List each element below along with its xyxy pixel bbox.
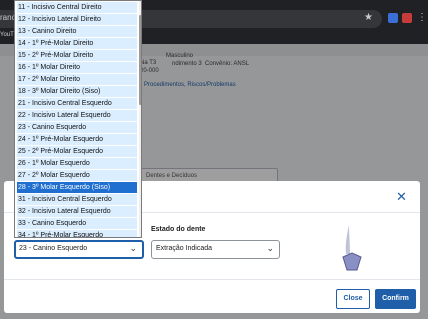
- list-item-selected[interactable]: 28 - 3º Molar Esquerdo (Siso): [17, 182, 137, 193]
- tooth-select-value: 23 - Canino Esquerdo: [19, 245, 88, 252]
- tooth-state-value: Extração Indicada: [156, 245, 213, 252]
- list-item[interactable]: 16 - 1º Molar Direito: [17, 62, 137, 73]
- tooth-state-label: Estado do dente: [151, 226, 206, 233]
- close-icon[interactable]: ✕: [396, 190, 407, 203]
- close-button[interactable]: Close: [336, 289, 370, 309]
- list-item[interactable]: 12 - Incisivo Lateral Direito: [17, 14, 137, 25]
- list-item[interactable]: 25 - 2º Pré-Molar Esquerdo: [17, 146, 137, 157]
- list-item[interactable]: 27 - 2º Molar Esquerdo: [17, 170, 137, 181]
- confirm-button[interactable]: Confirm: [375, 289, 416, 309]
- list-item[interactable]: 24 - 1º Pré-Molar Esquerdo: [17, 134, 137, 145]
- tooth-options-list: 11 - Incisivo Central Direito 12 - Incis…: [14, 0, 142, 238]
- tooth-select[interactable]: 23 - Canino Esquerdo ⌄: [14, 240, 144, 259]
- list-item[interactable]: 11 - Incisivo Central Direito: [17, 2, 137, 13]
- list-item[interactable]: 23 - Canino Esquerdo: [17, 122, 137, 133]
- list-item[interactable]: 34 - 1º Pré-Molar Esquerdo: [17, 230, 137, 237]
- list-item[interactable]: 18 - 3º Molar Direito (Siso): [17, 86, 137, 97]
- list-item[interactable]: 21 - Incisivo Central Esquerdo: [17, 98, 137, 109]
- list-item[interactable]: 26 - 1º Molar Esquerdo: [17, 158, 137, 169]
- chevron-down-icon: ⌄: [129, 243, 137, 253]
- menu-icon[interactable]: ⋮: [417, 12, 427, 23]
- list-item[interactable]: 13 - Canino Direito: [17, 26, 137, 37]
- list-item[interactable]: 15 - 2º Pré-Molar Direito: [17, 50, 137, 61]
- scrollbar-thumb[interactable]: [139, 15, 141, 105]
- bookmark-star-icon[interactable]: ★: [364, 12, 373, 23]
- extension-icon-blue[interactable]: [388, 13, 398, 23]
- chevron-down-icon: ⌄: [266, 243, 274, 253]
- extension-icon-red[interactable]: [402, 13, 412, 23]
- list-item[interactable]: 32 - Incisivo Lateral Esquerdo: [17, 206, 137, 217]
- list-item[interactable]: 22 - Incisivo Lateral Esquerdo: [17, 110, 137, 121]
- list-item[interactable]: 14 - 1º Pré-Molar Direito: [17, 38, 137, 49]
- modal-footer-divider: [4, 279, 420, 280]
- list-item[interactable]: 17 - 2º Molar Direito: [17, 74, 137, 85]
- tooth-state-select[interactable]: Extração Indicada ⌄: [151, 240, 280, 259]
- list-item[interactable]: 31 - Incisivo Central Esquerdo: [17, 194, 137, 205]
- list-item[interactable]: 33 - Canino Esquerdo: [17, 218, 137, 229]
- tooth-icon: [342, 225, 362, 271]
